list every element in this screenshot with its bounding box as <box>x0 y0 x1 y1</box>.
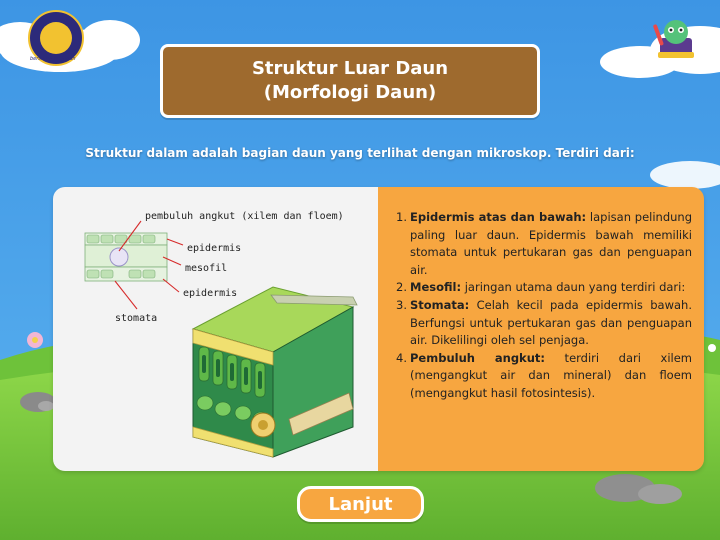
mascot-icon <box>653 20 694 58</box>
label-epidermis-bottom: epidermis <box>183 288 237 299</box>
item-description: jaringan utama daun yang terdiri dari: <box>461 280 686 295</box>
logo-caption: bersama Wujudan <box>30 56 76 62</box>
diagram-panel: pembuluh angkut (xilem dan floem) epider… <box>53 187 378 471</box>
pointer-epidermis-bottom <box>162 278 180 293</box>
title-banner: Struktur Luar Daun (Morfologi Daun) <box>160 44 540 118</box>
flower-pink <box>27 332 43 348</box>
item-term: Mesofil: <box>410 280 462 295</box>
item-term: Stomata: <box>410 297 470 312</box>
label-pembuluh: pembuluh angkut (xilem dan floem) <box>145 211 344 222</box>
pointer-epidermis-top <box>166 238 184 246</box>
item-term: Epidermis atas dan bawah: <box>410 210 587 224</box>
item-term: Pembuluh angkut: <box>410 350 545 365</box>
item-number: 1. <box>396 210 407 224</box>
item-number: 3. <box>396 297 407 312</box>
flower-small <box>708 344 716 352</box>
list-item: 2. Mesofil: jaringan utama daun yang terd… <box>396 279 692 297</box>
title-line-1: Struktur Luar Daun <box>251 58 449 79</box>
leaf-3d-block <box>191 286 358 458</box>
item-number: 2. <box>396 280 407 295</box>
label-epidermis-top: epidermis <box>187 243 241 254</box>
list-item: 4. Pembuluh angkut: terdiri dari xilem (m… <box>396 350 692 403</box>
pointer-stomata <box>114 280 138 310</box>
title-line-2: (Morfologi Daun) <box>263 82 437 103</box>
rock-left <box>20 392 56 412</box>
leaf-schematic <box>84 232 168 282</box>
label-mesofil: mesofil <box>185 263 227 274</box>
structure-list: 1. Epidermis atas dan bawah: lapisan peli… <box>396 209 692 403</box>
item-number: 4. <box>396 350 407 365</box>
logo-emblem <box>40 22 72 54</box>
leaf-cross-section-diagram: pembuluh angkut (xilem dan floem) epider… <box>84 211 358 458</box>
next-button[interactable]: Lanjut <box>297 486 424 522</box>
list-item: 1. Epidermis atas dan bawah: lapisan peli… <box>396 209 692 279</box>
intro-text: Struktur dalam adalah bagian daun yang t… <box>85 146 635 160</box>
list-item: 3. Stomata: Celah kecil pada epidermis ba… <box>396 297 692 350</box>
label-stomata: stomata <box>115 313 157 324</box>
info-panel: 1. Epidermis atas dan bawah: lapisan peli… <box>378 187 704 471</box>
content-card: pembuluh angkut (xilem dan floem) epider… <box>53 187 704 471</box>
